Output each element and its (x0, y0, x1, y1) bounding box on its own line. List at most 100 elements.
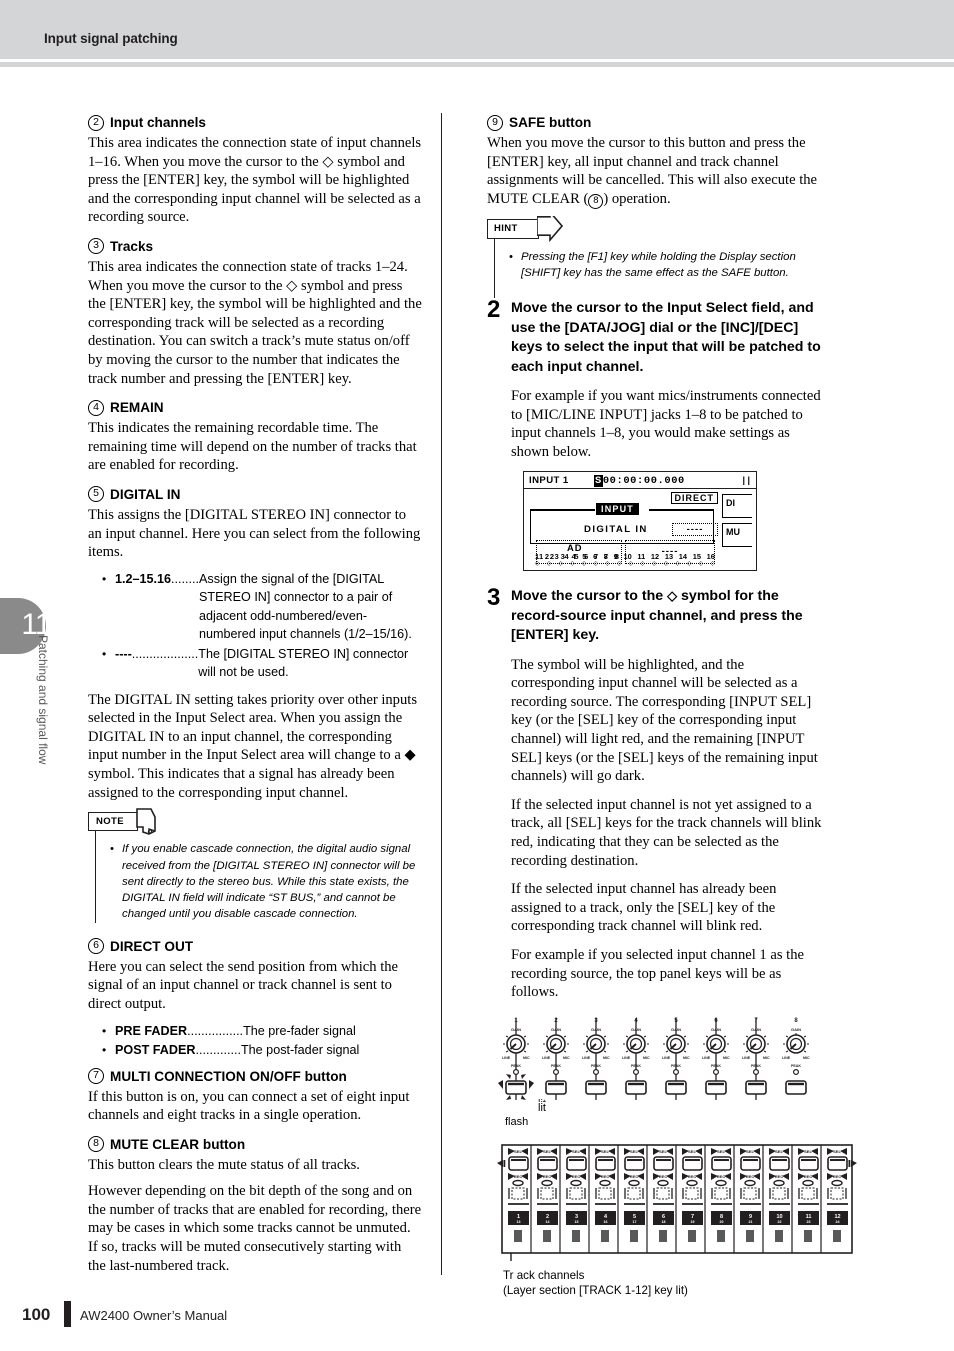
input-panel-diagram: 1 GAIN LINE MIC PEAK 2 GAIN LINE MIC PEA… (498, 1017, 810, 1127)
svg-text:LINE: LINE (542, 1056, 551, 1060)
step-body-text: If the selected input channel has alread… (511, 881, 777, 935)
step-instruction: Move the cursor to the ◇ symbol for the … (511, 587, 823, 645)
section-heading-input-channels: 2 Input channels (88, 113, 422, 132)
diamond-icon[interactable]: ◇ (652, 560, 657, 567)
svg-text:23: 23 (807, 1220, 811, 1224)
mute-clear-reference-badge: 8 (588, 193, 604, 209)
lcd-right-button-label: DI (726, 498, 735, 509)
section-heading-tracks: 3 Tracks (88, 237, 422, 256)
lcd-digital-in-tab[interactable]: DI (722, 494, 752, 519)
svg-text:MIC: MIC (523, 1056, 530, 1060)
step-instruction-a: Move the cursor to the (511, 588, 668, 605)
svg-text:REC: REC (514, 1174, 523, 1179)
footer-manual-name: AW2400 Owner’s Manual (80, 1308, 228, 1323)
input-panel-figure: 1 GAIN LINE MIC PEAK 2 GAIN LINE MIC PEA… (497, 1014, 823, 1137)
diamond-icon[interactable]: ◇ (664, 560, 669, 567)
diamond-icon[interactable]: ◇ (617, 560, 622, 567)
section-paragraph: This area indicates the connection state… (88, 135, 422, 226)
left-arrow-icon (497, 1159, 503, 1167)
leader-dots: ................... (131, 646, 199, 661)
svg-text:LINE: LINE (622, 1056, 631, 1060)
diamond-icon[interactable]: ◇ (582, 560, 587, 567)
callout-stem (95, 831, 97, 924)
svg-text:PEAK: PEAK (791, 1064, 801, 1068)
definition-description: The [DIGITAL STEREO IN] connector will n… (198, 646, 409, 680)
svg-text:REC: REC (572, 1174, 581, 1179)
svg-text:LINE: LINE (782, 1056, 791, 1060)
section-paragraph: This area indicates the connection state… (88, 258, 422, 387)
svg-text:SEL: SEL (833, 1149, 841, 1154)
diamond-icon[interactable]: ◇ (535, 560, 540, 567)
svg-text:5: 5 (674, 1018, 678, 1024)
lcd-input-tag: INPUT (596, 503, 639, 516)
input-panel-lit-label: lit (538, 1101, 546, 1114)
lcd-mute-tab[interactable]: MU (722, 523, 752, 548)
svg-text:SEL: SEL (572, 1149, 580, 1154)
svg-text:SEL: SEL (717, 1149, 725, 1154)
diamond-icon[interactable]: ◇ (570, 560, 575, 567)
lcd-digital-in-value[interactable]: ---- (672, 523, 718, 537)
step-instruction: Move the cursor to the Input Select fiel… (511, 300, 821, 375)
svg-text:REC: REC (543, 1174, 552, 1179)
definition-term: 1.2–15.16 (115, 571, 172, 586)
svg-text:REC: REC (688, 1174, 697, 1179)
step-3: 3 Move the cursor to the ◇ symbol for th… (487, 584, 823, 645)
svg-text:PEAK: PEAK (751, 1064, 761, 1068)
diamond-icon[interactable]: ◇ (593, 560, 598, 567)
leader-dots: ........ (171, 571, 200, 586)
leader-dots: ................ (187, 1023, 244, 1038)
definition-term: PRE FADER (115, 1023, 188, 1038)
step-number: 3 (487, 584, 501, 612)
svg-text:15: 15 (575, 1220, 579, 1224)
hint-callout: HINT Pressing the [F1] key while holding… (487, 215, 823, 298)
section-heading-text: DIRECT OUT (110, 938, 194, 954)
svg-text:MIC: MIC (563, 1056, 570, 1060)
section-number-badge: 7 (88, 1068, 104, 1085)
svg-text:SEL: SEL (688, 1149, 696, 1154)
svg-text:REC: REC (717, 1174, 726, 1179)
svg-text:19: 19 (691, 1220, 695, 1224)
step-body-text: The symbol will be highlighted, and the … (511, 656, 818, 785)
svg-text:PEAK: PEAK (671, 1064, 681, 1068)
diamond-icon[interactable]: ◇ (605, 560, 610, 567)
lcd-time-flag: S (594, 474, 603, 487)
list-item: 1.2–15.16 ........ Assign the signal of … (88, 570, 422, 644)
hint-text: Pressing the [F1] key while holding the … (509, 249, 823, 282)
svg-text:GAIN: GAIN (671, 1027, 681, 1032)
track-caption-line1: Tr ack channels (503, 1268, 585, 1282)
right-column: 9 SAFE button When you move the cursor t… (487, 113, 857, 1298)
diamond-icon[interactable]: ◇ (675, 560, 680, 567)
section-number-badge: 2 (88, 114, 104, 131)
callout-stem (494, 237, 496, 298)
definition-term: POST FADER (115, 1043, 196, 1058)
svg-text:SEL: SEL (601, 1149, 609, 1154)
safe-paragraph-b: ) operation. (603, 190, 671, 207)
svg-text:PEAK: PEAK (511, 1064, 521, 1068)
section-paragraph: This indicates the remaining recordable … (88, 420, 417, 474)
diamond-icon[interactable]: ◇ (640, 560, 645, 567)
section-heading-text: Tracks (110, 238, 154, 254)
definition-term: ---- (115, 646, 132, 661)
section-heading-text: Input channels (110, 115, 206, 130)
diamond-icon[interactable]: ◇ (687, 560, 692, 567)
svg-text:MIC: MIC (803, 1056, 810, 1060)
page-footer: 100 AW2400 Owner’s Manual (0, 1291, 954, 1351)
diamond-icon[interactable]: ◇ (547, 560, 552, 567)
definition-description: The post-fader signal (240, 1043, 360, 1058)
diamond-icon[interactable]: ◇ (629, 560, 634, 567)
svg-text:LINE: LINE (742, 1056, 751, 1060)
section-heading-text: DIGITAL IN (110, 486, 181, 502)
svg-text:6: 6 (714, 1018, 718, 1024)
section-heading-text: REMAIN (110, 400, 164, 416)
lcd-time-display: S00:00:00.000 (594, 474, 685, 487)
input-panel-flash-label: flash (505, 1115, 529, 1128)
diamond-icon[interactable]: ◇ (710, 560, 715, 567)
page-number: 100 (22, 1305, 51, 1324)
diamond-icon[interactable]: ◇ (558, 560, 563, 567)
svg-text:7: 7 (754, 1018, 758, 1024)
diamond-icon[interactable]: ◇ (699, 560, 704, 567)
lcd-channel-diamonds[interactable]: ◇ ◇ ◇ ◇ ◇ ◇ ◇ ◇ ◇ ◇ ◇ ◇ ◇ ◇ ◇ ◇ (535, 560, 715, 567)
svg-text:MIC: MIC (683, 1056, 690, 1060)
lcd-direct-button[interactable]: DIRECT (670, 492, 718, 505)
lcd-right-button-label: MU (726, 527, 740, 538)
